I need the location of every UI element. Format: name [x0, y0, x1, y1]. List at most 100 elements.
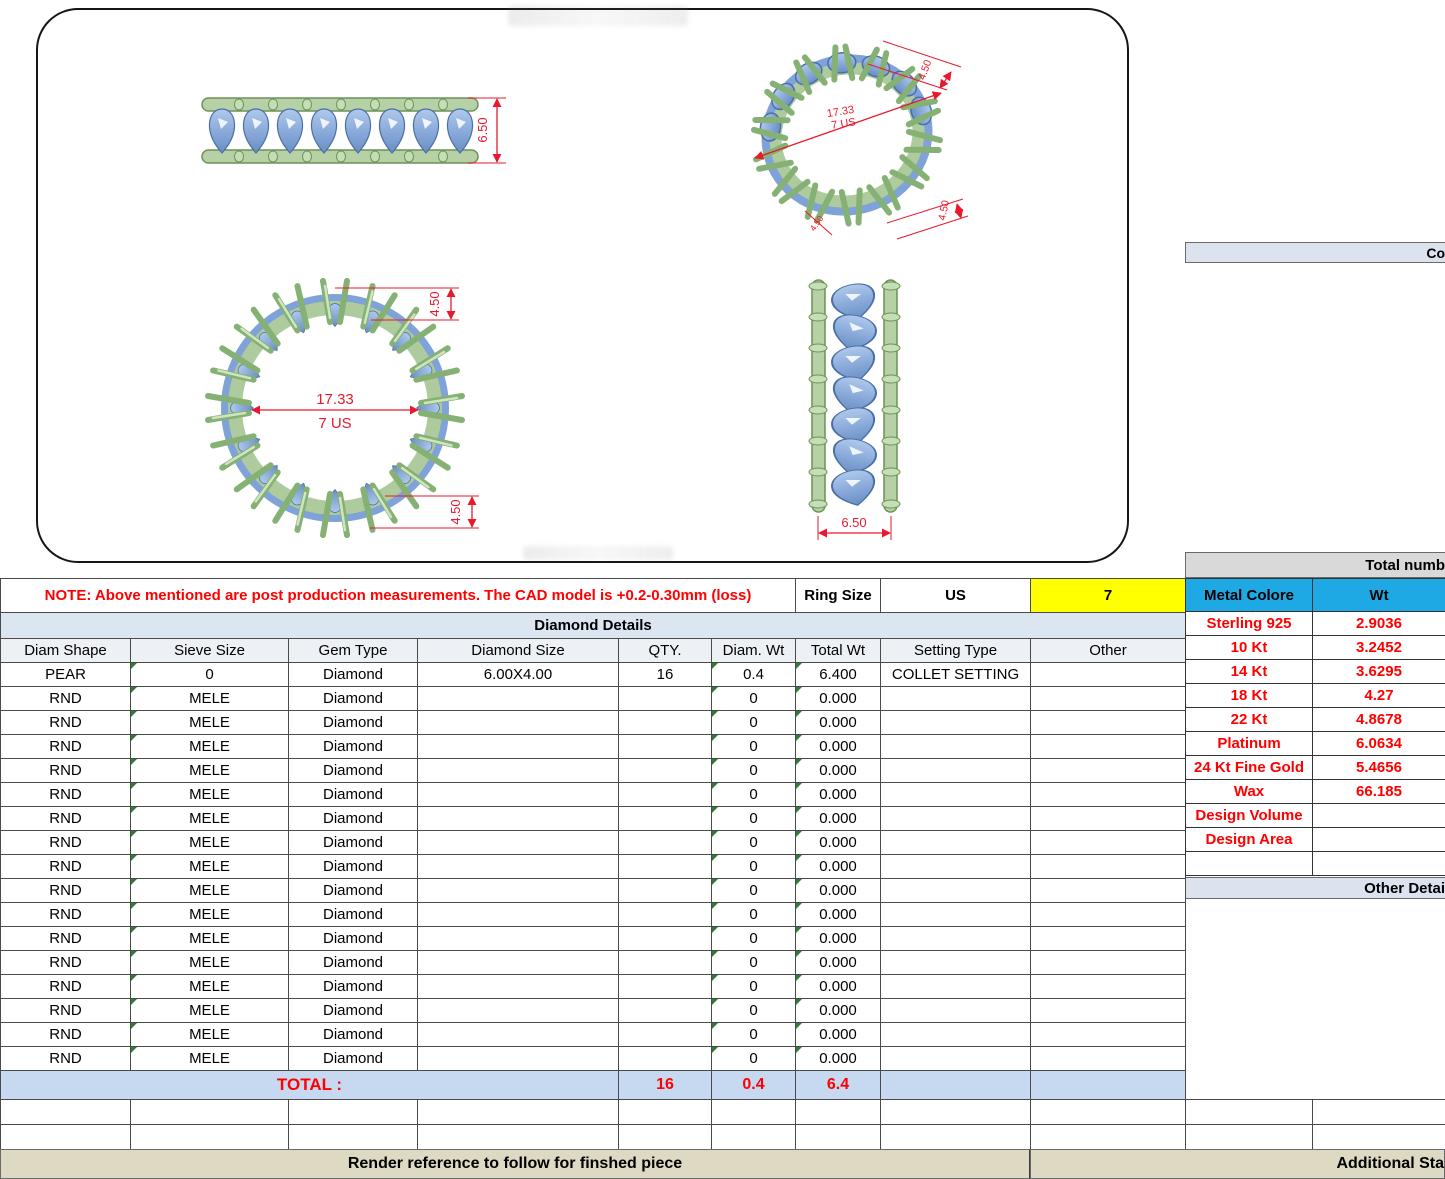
cell-qty	[619, 1047, 712, 1071]
cell-other	[1031, 855, 1186, 879]
diamond-table-row: PEAR 0 Diamond 6.00X4.00 16 0.4 6.400 CO…	[1, 663, 1186, 687]
cell-sieve-size: MELE	[131, 999, 289, 1023]
cell-diamond-size	[418, 951, 619, 975]
cell-diamond-size	[418, 711, 619, 735]
metal-weight-value: 6.0634	[1313, 732, 1445, 756]
cell-other	[1031, 759, 1186, 783]
cell-qty	[619, 831, 712, 855]
metal-name: 14 Kt	[1186, 660, 1313, 684]
cell-diamond-size	[418, 759, 619, 783]
cell-setting-type	[881, 951, 1031, 975]
cell-gem-type: Diamond	[289, 663, 418, 687]
comments-header-band: Co	[1185, 242, 1445, 263]
col-header-qty: QTY.	[619, 639, 712, 663]
cell-diamond-size	[418, 1023, 619, 1047]
metal-color-header: Metal Colore	[1186, 579, 1313, 612]
cell-gem-type: Diamond	[289, 927, 418, 951]
cell-sieve-size: MELE	[131, 879, 289, 903]
cell-sieve-size: MELE	[131, 807, 289, 831]
diamond-table-row: RND MELE Diamond 0 0.000	[1, 879, 1186, 903]
total-total-wt: 6.4	[795, 1070, 881, 1100]
cell-qty	[619, 927, 712, 951]
metal-table-row: Wax 66.185	[1186, 780, 1445, 804]
dim-front-ring-size: 7 US	[318, 415, 351, 432]
empty-cell	[1031, 1125, 1186, 1150]
metal-name: Design Area	[1186, 828, 1313, 852]
metal-table-row: 14 Kt 3.6295	[1186, 660, 1445, 684]
metal-wt-header: Wt	[1313, 579, 1445, 612]
cell-setting-type	[881, 1023, 1031, 1047]
cell-setting-type	[881, 903, 1031, 927]
cell-diam-shape: RND	[1, 1047, 131, 1071]
cell-sieve-size: MELE	[131, 927, 289, 951]
metal-weight-value: 3.2452	[1313, 636, 1445, 660]
cell-diam-shape: RND	[1, 759, 131, 783]
cell-diam-shape: RND	[1, 1023, 131, 1047]
cell-setting-type	[881, 711, 1031, 735]
col-header-diam-shape: Diam Shape	[1, 639, 131, 663]
cell-other	[1031, 735, 1186, 759]
cell-qty	[619, 735, 712, 759]
metal-table-row: Platinum 6.0634	[1186, 732, 1445, 756]
diamond-table-row: RND MELE Diamond 0 0.000	[1, 735, 1186, 759]
cell-diam-wt: 0	[712, 951, 796, 975]
cell-qty: 16	[619, 663, 712, 687]
total-number-header-label: Total numb	[1365, 557, 1445, 574]
cell-qty	[619, 687, 712, 711]
profile-stones	[829, 280, 878, 509]
other-details-header-band: Other Detai	[1185, 877, 1445, 899]
cell-diam-shape: RND	[1, 735, 131, 759]
comments-header-label: Co	[1426, 245, 1445, 261]
cell-gem-type: Diamond	[289, 783, 418, 807]
cell-diamond-size	[418, 855, 619, 879]
diamond-table-row: RND MELE Diamond 0 0.000	[1, 783, 1186, 807]
cell-gem-type: Diamond	[289, 879, 418, 903]
empty-cell	[289, 1125, 418, 1150]
cell-total-wt: 0.000	[796, 855, 881, 879]
cell-diam-wt: 0	[712, 735, 796, 759]
cell-diam-wt: 0.4	[712, 663, 796, 687]
cell-diamond-size	[418, 879, 619, 903]
col-header-sieve-size: Sieve Size	[131, 639, 289, 663]
cell-gem-type: Diamond	[289, 999, 418, 1023]
cell-setting-type	[881, 1047, 1031, 1071]
metal-weight-table: Metal Colore Wt Sterling 925 2.9036 10 K…	[1185, 578, 1445, 876]
col-header-setting-type: Setting Type	[881, 639, 1031, 663]
cell-diam-wt: 0	[712, 831, 796, 855]
cell-setting-type	[881, 759, 1031, 783]
col-header-other: Other	[1031, 639, 1186, 663]
cell-total-wt: 0.000	[796, 999, 881, 1023]
cell-sieve-size: 0	[131, 663, 289, 687]
ring-side-view: 6.50	[200, 88, 510, 178]
cell-setting-type	[881, 927, 1031, 951]
cell-total-wt: 0.000	[796, 903, 881, 927]
cell-sieve-size: MELE	[131, 903, 289, 927]
cell-total-wt: 0.000	[796, 687, 881, 711]
dim-front-diameter: 17.33	[316, 391, 354, 408]
cell-qty	[619, 951, 712, 975]
cell-other	[1031, 831, 1186, 855]
empty-cell	[131, 1100, 289, 1125]
empty-cell	[881, 1125, 1031, 1150]
dim-persp-ring-size: 7 US	[831, 116, 857, 132]
cell-setting-type: COLLET SETTING	[881, 663, 1031, 687]
cell-sieve-size: MELE	[131, 831, 289, 855]
empty-cell	[1186, 1125, 1313, 1150]
metal-weight-value: 5.4656	[1313, 756, 1445, 780]
diamond-table-row: RND MELE Diamond 0 0.000	[1, 999, 1186, 1023]
cell-diam-shape: RND	[1, 999, 131, 1023]
cell-other	[1031, 879, 1186, 903]
metal-name: 18 Kt	[1186, 684, 1313, 708]
total-setting-empty	[880, 1070, 1031, 1100]
cell-qty	[619, 807, 712, 831]
total-other-empty	[1030, 1070, 1186, 1100]
cell-sieve-size: MELE	[131, 783, 289, 807]
cell-diam-shape: RND	[1, 927, 131, 951]
metal-table-row: Design Area	[1186, 828, 1445, 852]
cell-setting-type	[881, 879, 1031, 903]
additional-stamp-label: Additional Sta	[1336, 1155, 1444, 1173]
cell-diam-shape: RND	[1, 975, 131, 999]
cell-gem-type: Diamond	[289, 1047, 418, 1071]
cell-diam-shape: RND	[1, 687, 131, 711]
metal-name: 22 Kt	[1186, 708, 1313, 732]
